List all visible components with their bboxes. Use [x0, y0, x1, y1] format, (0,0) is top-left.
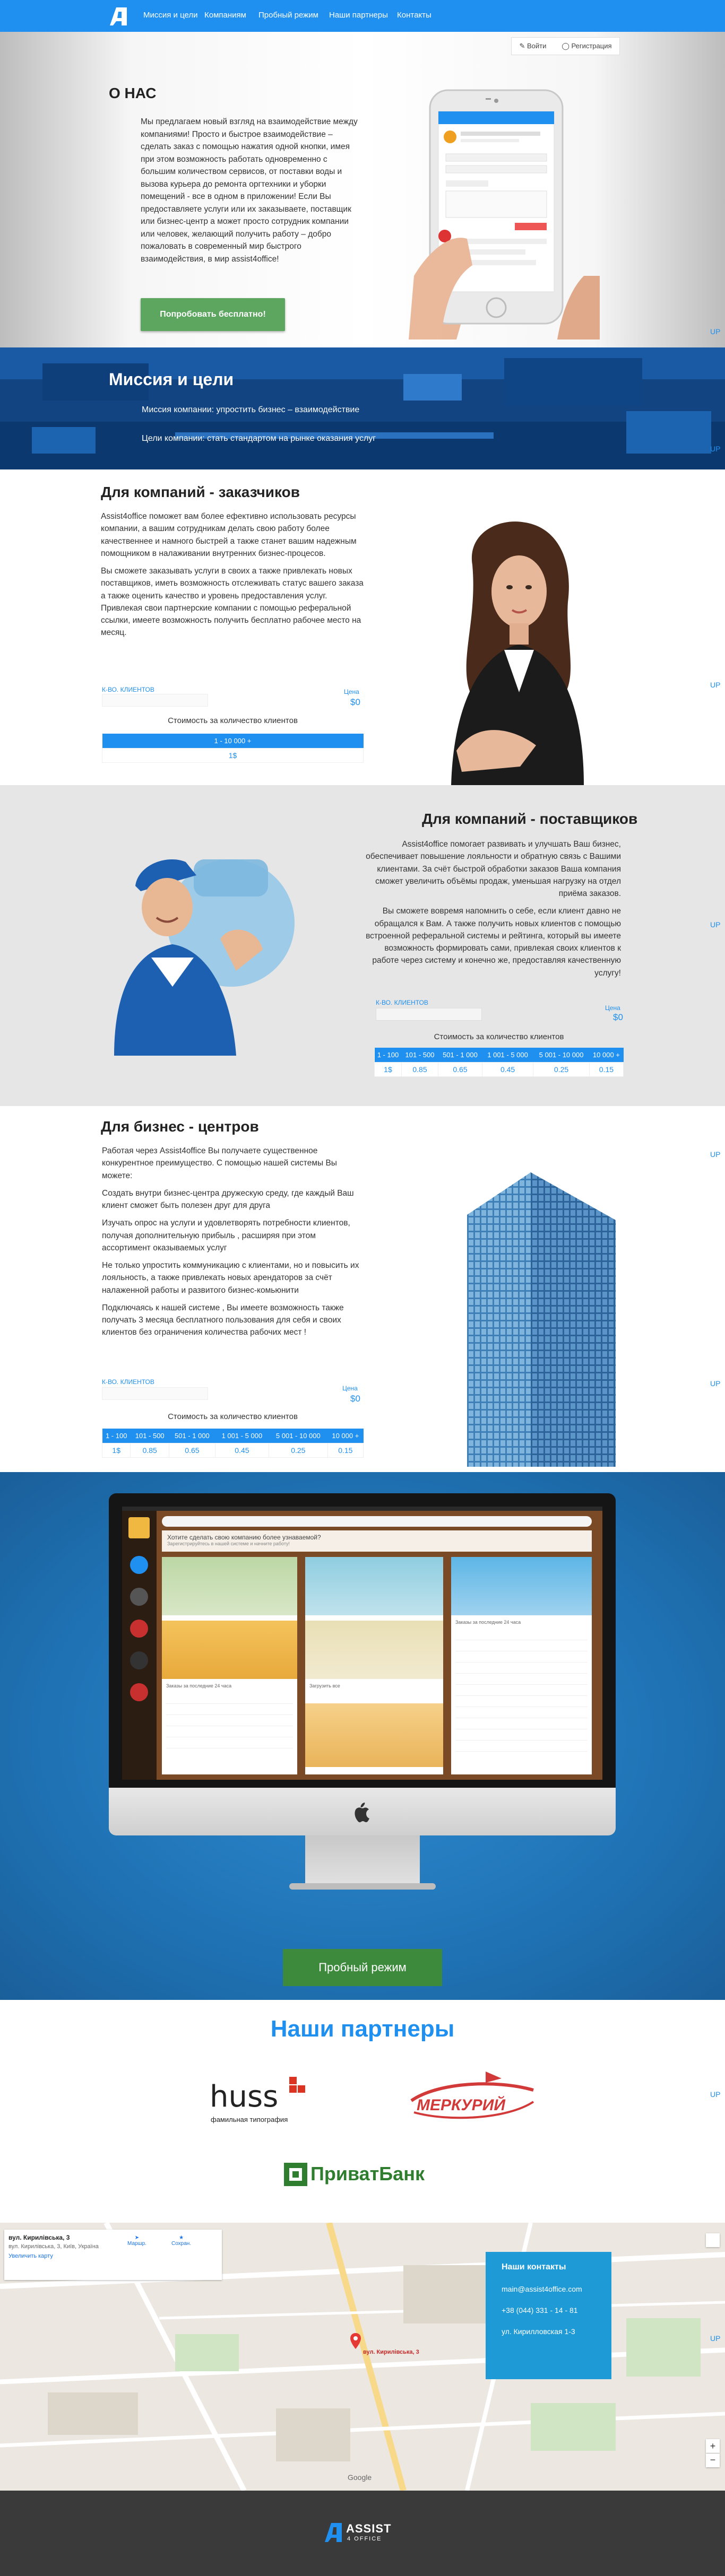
- imac-stand: [305, 1835, 420, 1886]
- try-free-button[interactable]: Попробовать бесплатно!: [141, 298, 285, 331]
- mission-statement: Миссия компании: упростить бизнес – взаи…: [142, 405, 360, 414]
- up-link[interactable]: UP: [710, 445, 720, 453]
- clients-title: Для компаний - заказчиков: [101, 484, 300, 500]
- up-link[interactable]: UP: [710, 1379, 720, 1388]
- zoom-in-button[interactable]: +: [706, 2439, 720, 2453]
- app-icon-2[interactable]: [130, 1588, 148, 1606]
- directions-button[interactable]: ➤ Маршр.: [127, 2235, 146, 2247]
- providers-cost-title: Стоимость за количество клиентов: [434, 1032, 564, 1041]
- contact-email[interactable]: main@assist4office.com: [502, 2285, 595, 2293]
- assist-app-icon[interactable]: [130, 1556, 148, 1574]
- register-link[interactable]: ◯ Регистрация: [562, 42, 611, 50]
- assist4office-logo[interactable]: [109, 6, 130, 27]
- bc-count-label: К-ВО. КЛИЕНТОВ: [102, 1378, 154, 1386]
- app-card-3: Заказы за последние 24 часа: [451, 1557, 592, 1774]
- providers-text: Assist4office помогает развивать и улучш…: [366, 840, 621, 978]
- providers-title: Для компаний - поставщиков: [422, 811, 638, 827]
- app-screen: Хотите сделать свою компанию более узнав…: [122, 1507, 602, 1780]
- footer-logo[interactable]: ASSIST 4 OFFICE: [325, 2521, 404, 2547]
- save-place-button[interactable]: ★ Сохран.: [171, 2235, 191, 2247]
- contacts-box: Наши контакты main@assist4office.com +38…: [486, 2252, 611, 2379]
- nav-companies[interactable]: Компаниям: [204, 11, 246, 20]
- clients-price-table: 1 - 10 000 + 1$: [102, 734, 364, 763]
- clients-cost-title: Стоимость за количество клиентов: [168, 716, 298, 725]
- clients-price-value: $0: [350, 697, 360, 707]
- up-link[interactable]: UP: [710, 2090, 720, 2099]
- app-banner: Хотите сделать свою компанию более узнав…: [162, 1530, 592, 1552]
- login-link[interactable]: ✎ Войти: [519, 42, 546, 50]
- up-link[interactable]: UP: [710, 920, 720, 929]
- about-title: О НАС: [109, 85, 157, 101]
- user-icon: ◯: [562, 42, 572, 50]
- clients-price-label: Цена: [344, 688, 359, 695]
- google-watermark: Google: [348, 2473, 372, 2482]
- office-background-image: [0, 347, 725, 469]
- up-link[interactable]: UP: [710, 681, 720, 689]
- bc-count-slider[interactable]: [102, 1387, 208, 1400]
- privatbank-logo[interactable]: ПриватБанк: [284, 2162, 443, 2188]
- up-link[interactable]: UP: [710, 327, 720, 336]
- goals-statement: Цели компании: стать стандартом на рынке…: [142, 434, 376, 443]
- assist-logo-icon: [325, 2523, 342, 2542]
- contact-phone[interactable]: +38 (044) 331 - 14 - 81: [502, 2306, 595, 2314]
- map-pin-label: вул. Кирилівська, 3: [363, 2349, 419, 2355]
- contact-address: ул. Кирилловская 1-3: [502, 2327, 575, 2336]
- app-icon-3[interactable]: [130, 1620, 148, 1638]
- businesswoman-photo: [451, 521, 584, 785]
- skyscraper-photo: [467, 1172, 616, 1467]
- map-place-card: вул. Кирилівська, 3 вул. Кирилівська, 3,…: [4, 2230, 222, 2280]
- bc-price-table: 1 - 100 101 - 500 501 - 1 000 1 001 - 5 …: [101, 1429, 364, 1458]
- up-link[interactable]: UP: [710, 2334, 720, 2343]
- nav-mission[interactable]: Миссия и цели: [143, 11, 198, 20]
- water-delivery-man-photo: [114, 859, 295, 1056]
- phone-in-hand-image: [409, 89, 600, 340]
- apple-logo-icon: [355, 1803, 369, 1823]
- fullscreen-button[interactable]: [706, 2233, 720, 2247]
- clients-count-slider[interactable]: [102, 694, 208, 707]
- trial-mode-button[interactable]: Пробный режим: [283, 1949, 442, 1986]
- star-icon: ★: [179, 2235, 184, 2241]
- app-icon-5[interactable]: [130, 1683, 148, 1701]
- mission-title: Миссия и цели: [109, 370, 234, 389]
- providers-count-slider[interactable]: [376, 1008, 482, 1021]
- enlarge-map-link[interactable]: Увеличить карту: [8, 2253, 218, 2259]
- user-avatar[interactable]: [128, 1517, 150, 1538]
- privatbank-mark-icon: [284, 2163, 307, 2186]
- app-icon-4[interactable]: [130, 1651, 148, 1669]
- providers-price-table: 1 - 100 101 - 500 501 - 1 000 1 001 - 5 …: [374, 1048, 624, 1077]
- app-search-input[interactable]: [162, 1516, 592, 1527]
- bc-text: Работая через Assist4office Вы получаете…: [102, 1146, 359, 1337]
- zoom-out-button[interactable]: −: [706, 2453, 720, 2467]
- mission-section: [0, 347, 725, 469]
- bc-price-value: $0: [350, 1394, 360, 1404]
- up-link[interactable]: UP: [710, 1150, 720, 1159]
- app-card-1: Заказы за последние 24 часа: [162, 1557, 297, 1774]
- directions-icon: ➤: [134, 2235, 140, 2241]
- about-text: Мы предлагаем новый взгляд на взаимодейс…: [141, 117, 358, 264]
- nav-partners[interactable]: Наши партнеры: [329, 11, 388, 20]
- imac-base: [289, 1883, 436, 1890]
- bc-price-label: Цена: [342, 1385, 358, 1392]
- app-card-2: Загрузить все: [305, 1557, 443, 1774]
- nav-contacts[interactable]: Контакты: [397, 11, 431, 20]
- mercury-logo[interactable]: МЕРКУРИЙ: [406, 2069, 539, 2125]
- huss-logo[interactable]: huss фамильная типография: [210, 2077, 310, 2127]
- pencil-icon: ✎: [519, 42, 527, 50]
- app-sidebar: [122, 1511, 157, 1780]
- providers-price-value: $0: [613, 1012, 623, 1022]
- providers-count-label: К-ВО. КЛИЕНТОВ: [376, 999, 428, 1006]
- clients-count-label: К-ВО. КЛИЕНТОВ: [102, 686, 154, 693]
- bc-title: Для бизнес - центров: [101, 1118, 259, 1135]
- bc-cost-title: Стоимость за количество клиентов: [168, 1412, 298, 1421]
- contacts-title: Наши контакты: [502, 2262, 566, 2272]
- nav-trial[interactable]: Пробный режим: [258, 11, 318, 20]
- providers-price-label: Цена: [605, 1004, 620, 1012]
- partners-title: Наши партнеры: [270, 2016, 455, 2042]
- auth-box: ✎ Войти ◯ Регистрация: [511, 37, 620, 55]
- clients-text: Assist4office поможет вам более ефективн…: [101, 512, 364, 638]
- map-pin-icon[interactable]: [350, 2333, 361, 2349]
